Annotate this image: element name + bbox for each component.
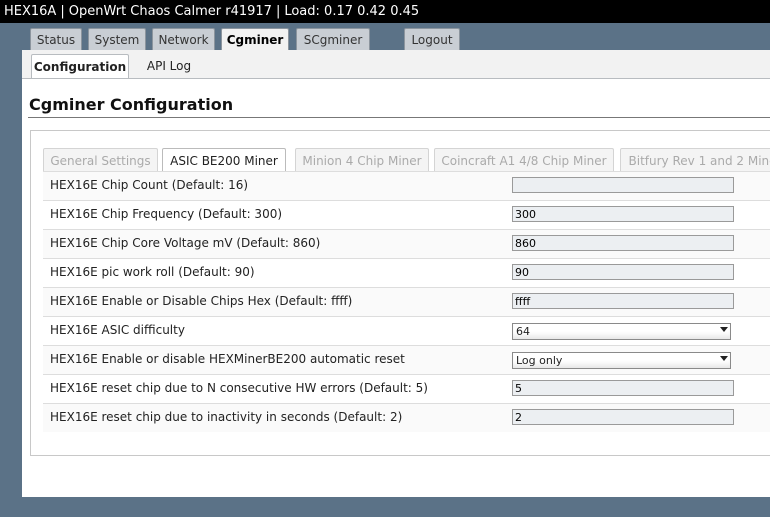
core-voltage-input[interactable] [512, 235, 734, 251]
load-label: Load: [284, 4, 320, 19]
inactivity-reset-label: HEX16E reset chip due to inactivity in s… [50, 410, 403, 424]
section-tab-coincraft[interactable]: Coincraft A1 4/8 Chip Miner [434, 148, 614, 172]
inactivity-reset-input[interactable] [512, 409, 734, 425]
field-list: HEX16E Chip Count (Default: 16) HEX16E C… [43, 171, 770, 432]
subtab-configuration[interactable]: Configuration [31, 54, 129, 78]
hostname: HEX16A [4, 4, 57, 19]
field-row: HEX16E reset chip due to N consecutive H… [43, 374, 770, 403]
section-tab-asic-be200[interactable]: ASIC BE200 Miner [162, 148, 286, 172]
subtab-api-log[interactable]: API Log [136, 54, 202, 78]
section-tab-minion[interactable]: Minion 4 Chip Miner [295, 148, 429, 172]
tab-scgminer[interactable]: SCgminer [296, 28, 370, 50]
tab-cgminer[interactable]: Cgminer [221, 28, 289, 52]
chevron-down-icon [720, 327, 728, 332]
asic-difficulty-value: 64 [516, 325, 530, 338]
chevron-down-icon [720, 356, 728, 361]
chip-count-label: HEX16E Chip Count (Default: 16) [50, 178, 249, 192]
field-row: HEX16E Chip Frequency (Default: 300) [43, 200, 770, 229]
content-area: Cgminer Configuration General Settings A… [22, 78, 770, 497]
automatic-reset-value: Log only [516, 354, 563, 367]
page-title: Cgminer Configuration [29, 95, 234, 114]
field-row: HEX16E Enable or disable HEXMinerBE200 a… [43, 345, 770, 374]
field-row: HEX16E ASIC difficulty 64 [43, 316, 770, 345]
settings-section: General Settings ASIC BE200 Miner Minion… [30, 130, 770, 456]
chip-count-input[interactable] [512, 177, 734, 193]
chip-frequency-label: HEX16E Chip Frequency (Default: 300) [50, 207, 283, 221]
chip-frequency-input[interactable] [512, 206, 734, 222]
field-row: HEX16E Chip Count (Default: 16) [43, 171, 770, 200]
automatic-reset-select[interactable]: Log only [512, 352, 731, 369]
tab-system[interactable]: System [88, 28, 146, 50]
asic-difficulty-select[interactable]: 64 [512, 323, 731, 340]
tab-status[interactable]: Status [30, 28, 82, 50]
section-tab-general-settings[interactable]: General Settings [43, 148, 158, 172]
sub-tabs: Configuration API Log [22, 50, 770, 80]
field-row: HEX16E pic work roll (Default: 90) [43, 258, 770, 287]
field-row: HEX16E reset chip due to inactivity in s… [43, 403, 770, 432]
asic-difficulty-label: HEX16E ASIC difficulty [50, 323, 185, 337]
hw-errors-reset-label: HEX16E reset chip due to N consecutive H… [50, 381, 428, 395]
pic-work-roll-input[interactable] [512, 264, 734, 280]
chips-hex-input[interactable] [512, 293, 734, 309]
load-values: 0.17 0.42 0.45 [324, 4, 420, 19]
title-divider [28, 117, 770, 118]
header-bar: HEX16A | OpenWrt Chaos Calmer r41917 | Load:… [0, 0, 770, 23]
hw-errors-reset-input[interactable] [512, 380, 734, 396]
automatic-reset-label: HEX16E Enable or disable HEXMinerBE200 a… [50, 352, 405, 366]
field-row: HEX16E Enable or Disable Chips Hex (Defa… [43, 287, 770, 316]
main-panel: Configuration API Log Cgminer Configurat… [22, 50, 770, 497]
tab-logout[interactable]: Logout [404, 28, 460, 50]
pic-work-roll-label: HEX16E pic work roll (Default: 90) [50, 265, 255, 279]
tab-network[interactable]: Network [152, 28, 215, 50]
core-voltage-label: HEX16E Chip Core Voltage mV (Default: 86… [50, 236, 321, 250]
firmware-version: OpenWrt Chaos Calmer r41917 [68, 4, 272, 19]
chips-hex-label: HEX16E Enable or Disable Chips Hex (Defa… [50, 294, 353, 308]
section-tabs: General Settings ASIC BE200 Miner Minion… [43, 148, 770, 172]
section-tab-bitfury[interactable]: Bitfury Rev 1 and 2 Miner [620, 148, 770, 172]
field-row: HEX16E Chip Core Voltage mV (Default: 86… [43, 229, 770, 258]
